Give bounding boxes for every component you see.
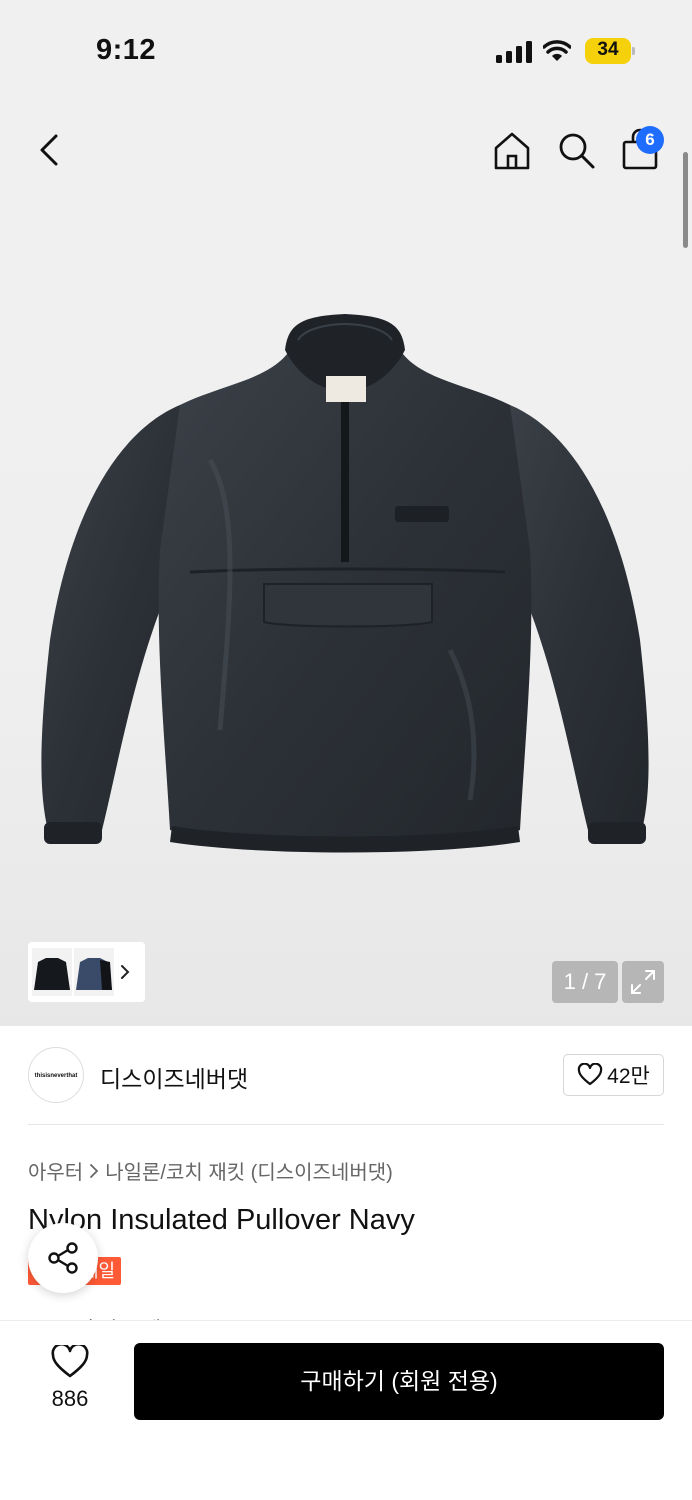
- heart-icon: [577, 1063, 603, 1086]
- battery-icon: 34: [585, 38, 635, 64]
- like-button[interactable]: 886: [40, 1342, 100, 1415]
- share-icon: [48, 1242, 78, 1274]
- search-icon[interactable]: [556, 130, 596, 170]
- divider: [28, 1124, 664, 1125]
- product-image[interactable]: [30, 310, 660, 870]
- home-icon[interactable]: [492, 130, 532, 172]
- wifi-icon: [543, 40, 571, 61]
- brand-row[interactable]: thisisneverthat 디스이즈네버댓 42만: [0, 1026, 692, 1126]
- brand-follow-button[interactable]: 42만: [563, 1054, 664, 1096]
- thumbnail-blue[interactable]: [74, 948, 114, 996]
- chevron-right-icon[interactable]: [118, 962, 132, 982]
- thumbnail-navy[interactable]: [32, 948, 72, 996]
- expand-icon[interactable]: [622, 961, 664, 1003]
- signal-icon: [496, 41, 532, 63]
- brand-logo[interactable]: thisisneverthat: [28, 1047, 84, 1103]
- back-icon[interactable]: [30, 130, 70, 170]
- brand-name[interactable]: 디스이즈네버댓: [100, 1060, 248, 1094]
- image-counter: 1 / 7: [552, 961, 618, 1003]
- battery-level: 34: [597, 39, 619, 60]
- follow-count: 42만: [607, 1065, 650, 1088]
- breadcrumb-category[interactable]: 아우터: [28, 1156, 83, 1185]
- bottom-action-bar: 886 구매하기 (회원 전용): [0, 1320, 692, 1500]
- like-count: 886: [51, 1386, 89, 1411]
- share-button[interactable]: [28, 1223, 98, 1293]
- chevron-right-icon: [90, 1163, 99, 1178]
- status-bar: 9:12 34: [0, 0, 692, 100]
- product-gallery[interactable]: 6 1 / 7: [0, 100, 692, 1026]
- thumbnail-strip[interactable]: [28, 942, 145, 1002]
- breadcrumb: 아우터 나일론/코치 재킷 (디스이즈네버댓): [28, 1156, 393, 1185]
- buy-button[interactable]: 구매하기 (회원 전용): [134, 1343, 664, 1420]
- scrollbar[interactable]: [683, 152, 688, 248]
- breadcrumb-subcategory[interactable]: 나일론/코치 재킷 (디스이즈네버댓): [105, 1156, 393, 1185]
- heart-icon: [51, 1342, 89, 1378]
- status-time: 9:12: [96, 34, 157, 66]
- cart-count-badge: 6: [636, 126, 664, 154]
